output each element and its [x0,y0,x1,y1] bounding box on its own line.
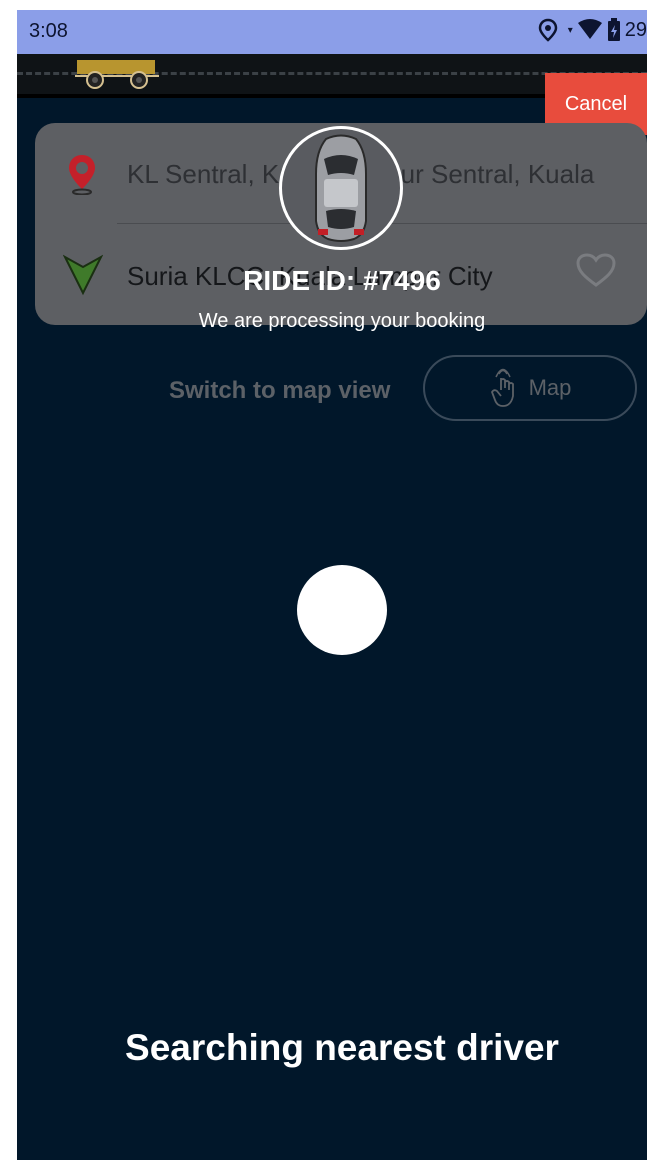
map-button-label: Map [528,375,572,400]
battery-icon [607,18,620,41]
status-time: 3:08 [29,20,68,42]
processing-text: We are processing your booking [198,310,486,332]
car-avatar [279,126,403,250]
searching-status: Searching nearest driver [125,1027,559,1068]
pickup-pin-icon [69,155,95,195]
truck-icon [75,60,159,89]
status-bar: 3:08 ▾ 29 [17,10,647,54]
location-icon [538,18,557,42]
hand-tap-icon [490,368,514,407]
switch-to-map-label: Switch to map view [169,377,391,404]
status-icons: ▾ 29 [538,18,647,42]
map-view-button[interactable]: Map [423,355,637,421]
screen: 3:08 ▾ 29 Cancel KL Sentral, Kuala Lumpu… [17,10,647,1160]
wifi-icon [577,19,602,39]
ride-id-label: RIDE ID: #7496 [243,265,441,296]
car-icon [315,134,367,242]
dropdown-arrow-icon: ▾ [567,24,573,36]
loading-indicator [297,565,387,655]
battery-percent: 29 [624,18,647,41]
